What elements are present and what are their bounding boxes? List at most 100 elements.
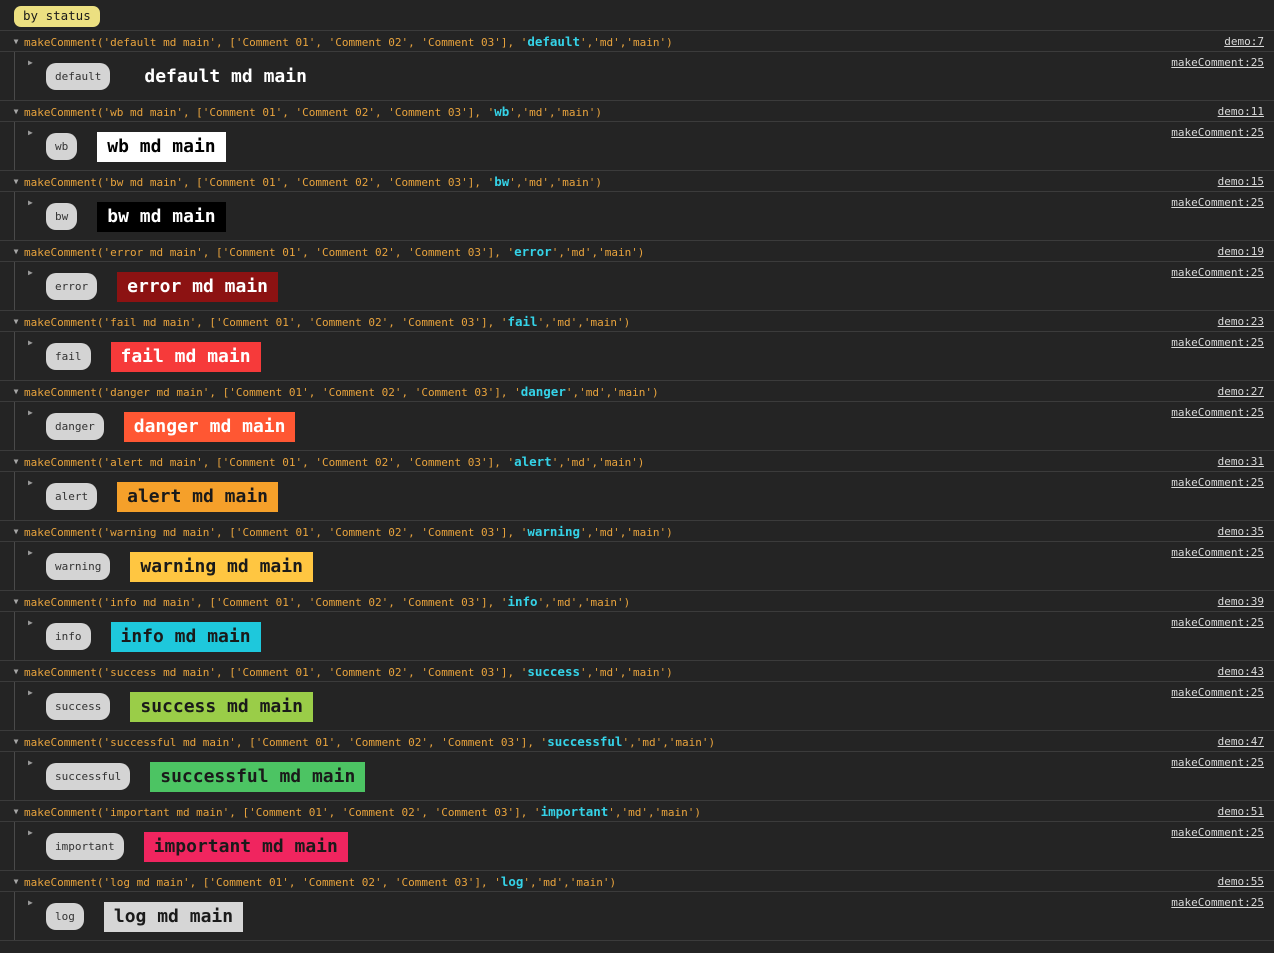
console-group-header[interactable]: makeComment('danger md main', ['Comment … <box>0 381 1274 402</box>
status-chip: danger <box>46 413 104 440</box>
console-group-header[interactable]: makeComment('default md main', ['Comment… <box>0 31 1274 52</box>
source-link[interactable]: demo:31 <box>1218 451 1264 471</box>
source-link[interactable]: makeComment:25 <box>1171 472 1264 493</box>
console-group-header[interactable]: makeComment('bw md main', ['Comment 01',… <box>0 171 1274 192</box>
console-group-header[interactable]: makeComment('alert md main', ['Comment 0… <box>0 451 1274 472</box>
triangle-right-icon[interactable] <box>28 338 38 347</box>
console-group-header[interactable]: makeComment('warning md main', ['Comment… <box>0 521 1274 542</box>
status-chip: success <box>46 693 111 720</box>
console-group-header[interactable]: makeComment('successful md main', ['Comm… <box>0 731 1274 752</box>
triangle-down-icon[interactable] <box>11 591 21 611</box>
group-header-code-suffix: ','md','main') <box>565 386 659 399</box>
triangle-down-icon[interactable] <box>11 731 21 751</box>
group-header-code-prefix: makeComment('successful md main', ['Comm… <box>24 736 548 749</box>
console-message-row: success success md main makeComment:25 <box>14 682 1274 731</box>
triangle-down-icon[interactable] <box>11 871 21 891</box>
source-link[interactable]: makeComment:25 <box>1171 192 1264 213</box>
triangle-right-icon[interactable] <box>28 128 38 137</box>
source-link[interactable]: makeComment:25 <box>1171 822 1264 843</box>
triangle-down-icon[interactable] <box>11 381 21 401</box>
group-header-code-prefix: makeComment('alert md main', ['Comment 0… <box>24 456 515 469</box>
group-header-code-suffix: ','md','main') <box>509 106 602 119</box>
console-message-row: important important md main makeComment:25 <box>14 822 1274 871</box>
console-group-body: info info md main makeComment:25 <box>0 612 1274 661</box>
triangle-down-icon[interactable] <box>11 241 21 261</box>
source-link[interactable]: makeComment:25 <box>1171 752 1264 773</box>
triangle-right-icon[interactable] <box>28 58 38 67</box>
console-group-header[interactable]: makeComment('wb md main', ['Comment 01',… <box>0 101 1274 122</box>
triangle-right-icon[interactable] <box>28 898 38 907</box>
source-link[interactable]: demo:27 <box>1218 381 1264 401</box>
group-header-code-prefix: makeComment('log md main', ['Comment 01'… <box>24 876 501 889</box>
source-link[interactable]: makeComment:25 <box>1171 612 1264 633</box>
source-link[interactable]: makeComment:25 <box>1171 332 1264 353</box>
triangle-down-icon[interactable] <box>11 451 21 471</box>
source-link[interactable]: demo:23 <box>1218 311 1264 331</box>
console-group: makeComment('success md main', ['Comment… <box>0 661 1274 731</box>
console-message-text: bw md main <box>97 201 226 232</box>
source-link[interactable]: demo:51 <box>1218 801 1264 821</box>
group-header-code-prefix: makeComment('error md main', ['Comment 0… <box>24 246 515 259</box>
status-chip: alert <box>46 483 98 510</box>
console-group-header[interactable]: makeComment('fail md main', ['Comment 01… <box>0 311 1274 332</box>
console-group: makeComment('warning md main', ['Comment… <box>0 521 1274 591</box>
console-message-row: wb wb md main makeComment:25 <box>14 122 1274 171</box>
triangle-right-icon[interactable] <box>28 688 38 697</box>
console-message-text: important md main <box>143 831 348 862</box>
source-link[interactable]: demo:7 <box>1224 31 1264 51</box>
source-link[interactable]: demo:43 <box>1218 661 1264 681</box>
group-header-status-keyword: bw <box>494 174 510 189</box>
console-group-header[interactable]: makeComment('error md main', ['Comment 0… <box>0 241 1274 262</box>
status-chip: important <box>46 833 124 860</box>
triangle-right-icon[interactable] <box>28 758 38 767</box>
console-message-text: warning md main <box>130 551 313 582</box>
source-link[interactable]: makeComment:25 <box>1171 262 1264 283</box>
triangle-right-icon[interactable] <box>28 618 38 627</box>
console-message-row: default default md main makeComment:25 <box>14 52 1274 101</box>
triangle-down-icon[interactable] <box>11 521 21 541</box>
console-group-header[interactable]: makeComment('important md main', ['Comme… <box>0 801 1274 822</box>
source-link[interactable]: demo:19 <box>1218 241 1264 261</box>
source-link[interactable]: makeComment:25 <box>1171 402 1264 423</box>
source-link[interactable]: makeComment:25 <box>1171 122 1264 143</box>
triangle-down-icon[interactable] <box>11 801 21 821</box>
triangle-right-icon[interactable] <box>28 268 38 277</box>
console-group: makeComment('log md main', ['Comment 01'… <box>0 871 1274 941</box>
console-message-row: fail fail md main makeComment:25 <box>14 332 1274 381</box>
triangle-right-icon[interactable] <box>28 198 38 207</box>
console-group-body: alert alert md main makeComment:25 <box>0 472 1274 521</box>
console-group-header[interactable]: makeComment('info md main', ['Comment 01… <box>0 591 1274 612</box>
console-message-row: danger danger md main makeComment:25 <box>14 402 1274 451</box>
source-link[interactable]: demo:11 <box>1218 101 1264 121</box>
console-group-header[interactable]: makeComment('log md main', ['Comment 01'… <box>0 871 1274 892</box>
group-header-status-keyword: wb <box>494 104 510 119</box>
triangle-right-icon[interactable] <box>28 408 38 417</box>
console-message-text: default md main <box>144 65 307 87</box>
triangle-right-icon[interactable] <box>28 478 38 487</box>
triangle-down-icon[interactable] <box>11 661 21 681</box>
source-link[interactable]: makeComment:25 <box>1171 682 1264 703</box>
source-link[interactable]: demo:15 <box>1218 171 1264 191</box>
console-message-text: info md main <box>110 621 261 652</box>
source-link[interactable]: makeComment:25 <box>1171 52 1264 73</box>
triangle-down-icon[interactable] <box>11 311 21 331</box>
console-group: makeComment('default md main', ['Comment… <box>0 31 1274 101</box>
console-message-text: error md main <box>117 271 279 302</box>
source-link[interactable]: demo:35 <box>1218 521 1264 541</box>
source-link[interactable]: demo:55 <box>1218 871 1264 891</box>
source-link[interactable]: makeComment:25 <box>1171 542 1264 563</box>
status-chip: info <box>46 623 91 650</box>
source-link[interactable]: demo:39 <box>1218 591 1264 611</box>
triangle-right-icon[interactable] <box>28 548 38 557</box>
source-link[interactable]: makeComment:25 <box>1171 892 1264 913</box>
triangle-right-icon[interactable] <box>28 828 38 837</box>
console-message-text: fail md main <box>110 341 261 372</box>
group-header-code-prefix: makeComment('fail md main', ['Comment 01… <box>24 316 508 329</box>
group-header-code-prefix: makeComment('danger md main', ['Comment … <box>24 386 521 399</box>
triangle-down-icon[interactable] <box>11 171 21 191</box>
source-link[interactable]: demo:47 <box>1218 731 1264 751</box>
status-chip: successful <box>46 763 131 790</box>
triangle-down-icon[interactable] <box>11 31 21 51</box>
console-group-header[interactable]: makeComment('success md main', ['Comment… <box>0 661 1274 682</box>
triangle-down-icon[interactable] <box>11 101 21 121</box>
